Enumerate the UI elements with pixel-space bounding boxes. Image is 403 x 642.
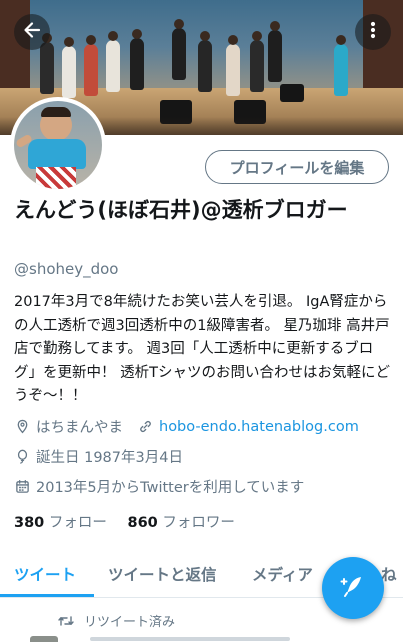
profile-bio: 2017年3月で8年続けたお笑い芸人を引退。 IgA腎症からの人工透析で週3回透… <box>14 294 390 404</box>
banner-head <box>270 21 280 31</box>
followers-count: 860 <box>127 515 158 531</box>
banner-head <box>252 31 262 41</box>
more-options-button[interactable] <box>355 14 391 50</box>
profile-website-link[interactable]: hobo-endo.hatenablog.com <box>159 419 359 435</box>
calendar-icon <box>14 479 30 495</box>
banner-figure <box>40 42 54 94</box>
tab-active-indicator <box>0 594 94 597</box>
retweet-indicator: リツイート済み <box>58 611 175 630</box>
compose-feather-icon <box>339 572 367 604</box>
banner-head <box>336 35 346 45</box>
profile-avatar[interactable] <box>10 97 106 193</box>
arrow-left-icon <box>22 20 42 44</box>
banner-speaker <box>280 84 304 102</box>
banner-head <box>64 37 74 47</box>
followers-link[interactable]: 860 フォロワー <box>128 515 235 531</box>
back-button[interactable] <box>14 14 50 50</box>
banner-figure <box>198 40 212 92</box>
banner-head <box>108 31 118 41</box>
location-pin-icon <box>14 419 30 435</box>
banner-figure <box>106 40 120 92</box>
profile-joined: 2013年5月からTwitterを利用しています <box>36 480 305 496</box>
banner-figure <box>84 44 98 96</box>
tab-tweets-and-replies[interactable]: ツイートと返信 <box>108 563 217 585</box>
avatar-hair <box>41 107 71 117</box>
balloon-icon <box>14 449 30 465</box>
tab-tweets[interactable]: ツイート <box>14 563 76 585</box>
banner-head <box>200 31 210 41</box>
banner-figure <box>172 28 186 80</box>
banner-figure <box>62 46 76 98</box>
more-vertical-icon <box>363 20 383 44</box>
tweet-avatar-peek <box>30 636 58 642</box>
followers-label: フォロワー <box>162 515 235 531</box>
profile-handle: @shohey_doo <box>14 260 119 278</box>
tab-media[interactable]: メディア <box>252 563 313 585</box>
avatar-shirt <box>28 139 86 169</box>
profile-birthday: 誕生日 1987年3月4日 <box>36 450 183 466</box>
tweet-text-peek <box>90 637 290 641</box>
following-count: 380 <box>14 515 45 531</box>
profile-name: えんどう(ほぼ石井)@透析ブロガー <box>14 198 348 222</box>
banner-head <box>86 35 96 45</box>
following-label: フォロー <box>48 515 107 531</box>
profile-location-row: はちまんやま hobo-endo.hatenablog.com <box>14 416 359 437</box>
profile-birthday-row: 誕生日 1987年3月4日 <box>14 446 183 467</box>
link-icon <box>137 419 153 435</box>
following-link[interactable]: 380 フォロー <box>14 515 107 531</box>
banner-figure <box>250 40 264 92</box>
profile-counts: 380 フォロー 860 フォロワー <box>14 511 235 532</box>
banner-head <box>132 29 142 39</box>
banner-figure <box>130 38 144 90</box>
banner-head <box>228 35 238 45</box>
retweet-label: リツイート済み <box>84 615 176 630</box>
banner-figure <box>334 44 348 96</box>
banner-figure <box>268 30 282 82</box>
profile-joined-row: 2013年5月からTwitterを利用しています <box>14 476 304 497</box>
banner-figure <box>226 44 240 96</box>
tweet-preview[interactable] <box>30 634 350 642</box>
profile-location: はちまんやま <box>36 420 123 436</box>
avatar-photo <box>14 101 102 189</box>
edit-profile-button[interactable]: プロフィールを編集 <box>205 150 389 184</box>
banner-head <box>174 19 184 29</box>
avatar-shorts <box>36 167 76 189</box>
retweet-icon <box>58 615 74 627</box>
compose-tweet-button[interactable] <box>322 557 384 619</box>
